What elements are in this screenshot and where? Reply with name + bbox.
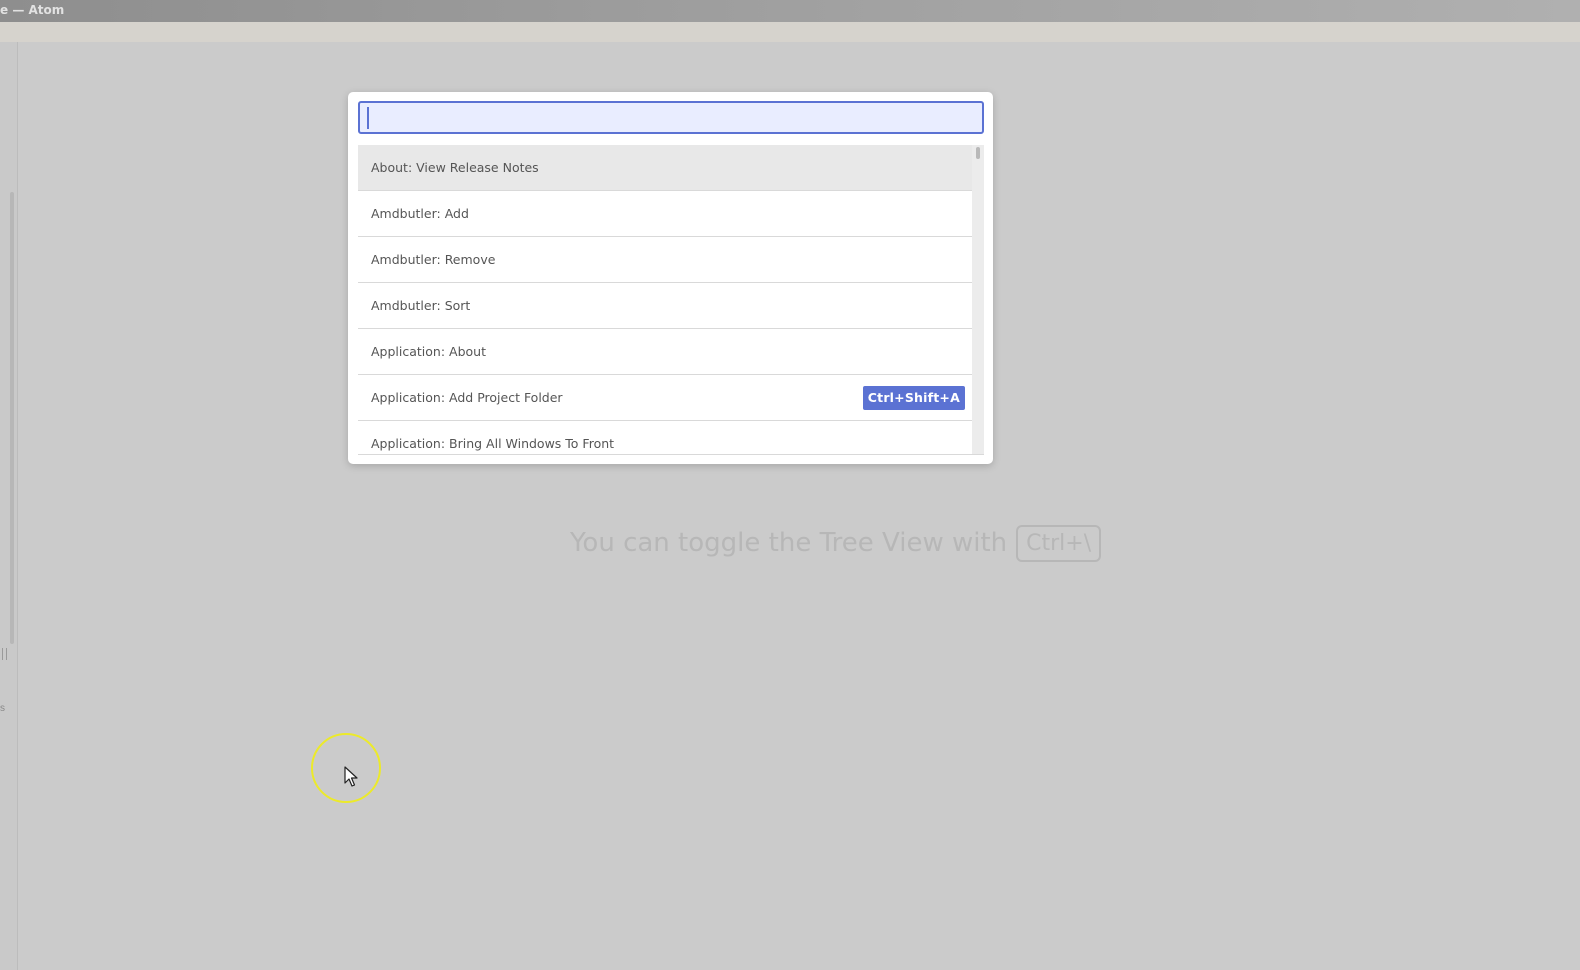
command-item-application-bring-all-windows-to-front[interactable]: Application: Bring All Windows To Front [358,421,972,454]
command-item-amdbutler-remove[interactable]: Amdbutler: Remove [358,237,972,283]
command-item-label: Amdbutler: Add [371,206,469,221]
dock-scrollbar[interactable] [10,192,14,644]
command-item-application-about[interactable]: Application: About [358,329,972,375]
command-item-label: Amdbutler: Sort [371,298,471,313]
menu-bar [0,22,1580,42]
command-item-amdbutler-add[interactable]: Amdbutler: Add [358,191,972,237]
left-dock: s [0,42,18,970]
command-item-label: About: View Release Notes [371,160,539,175]
hint-keybinding: Ctrl+\ [1016,524,1102,562]
window-title: e — Atom [0,3,65,17]
dock-label: s [0,703,5,714]
mouse-pointer-icon [344,766,358,787]
command-item-label: Application: Add Project Folder [371,390,563,405]
hint-text: You can toggle the Tree View with [570,528,1008,558]
command-list: About: View Release Notes Amdbutler: Add… [358,145,984,455]
title-bar: e — Atom [0,0,1580,22]
keybinding-badge: Ctrl+Shift+A [862,386,965,410]
command-list-scrollbar[interactable] [972,145,984,454]
dock-resize-handle[interactable] [2,648,7,660]
command-palette-search-input[interactable] [358,101,984,134]
tree-view-hint: You can toggle the Tree View with Ctrl+\ [570,523,1102,563]
command-item-amdbutler-sort[interactable]: Amdbutler: Sort [358,283,972,329]
command-item-label: Application: Bring All Windows To Front [371,436,615,451]
scrollbar-thumb[interactable] [976,147,980,159]
command-item-label: Amdbutler: Remove [371,252,496,267]
text-caret [367,107,369,129]
command-item-application-add-project-folder[interactable]: Application: Add Project Folder Ctrl+Shi… [358,375,972,421]
command-item-label: Application: About [371,344,486,359]
command-item-about-view-release-notes[interactable]: About: View Release Notes [358,145,972,191]
command-palette: About: View Release Notes Amdbutler: Add… [348,92,993,464]
